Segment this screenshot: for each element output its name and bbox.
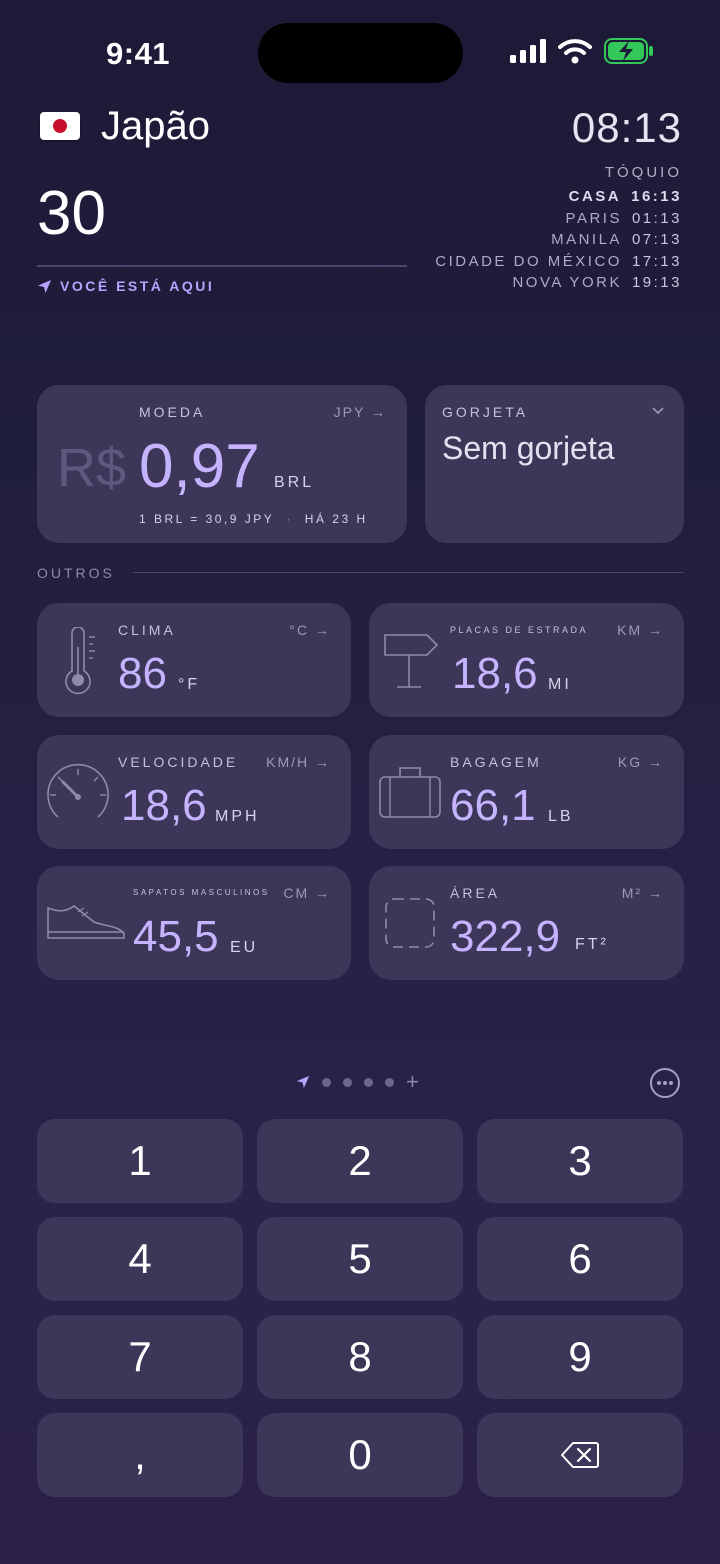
road-signs-source-unit[interactable]: KM → [617,622,664,638]
key-9[interactable]: 9 [477,1315,683,1399]
arrow-right-icon: → [648,885,664,901]
shoes-card[interactable]: SAPATOS MASCULINOS CM → 45,5 EU [37,866,351,980]
speed-title: VELOCIDADE [118,754,239,770]
speed-unit: MPH [215,808,260,825]
wifi-icon [558,39,592,64]
weather-unit: °F [178,676,201,693]
arrow-right-icon: → [648,622,664,638]
suitcase-icon [379,767,441,818]
arrow-right-icon: → [315,622,331,638]
key-4[interactable]: 4 [37,1217,243,1301]
area-title: ÁREA [450,885,501,901]
clock-row-home: CASA 16:13 [568,188,682,205]
input-amount: 30 [37,179,106,248]
shoes-value: 45,5 [133,912,219,961]
japan-flag-icon [40,112,80,140]
world-clocks[interactable]: CASA 16:13 PARIS 01:13 MANILA 07:13 CIDADE … [435,186,682,294]
tip-card[interactable]: GORJETA Sem gorjeta [425,385,684,543]
page-dot[interactable] [364,1077,373,1087]
luggage-value: 66,1 [450,781,536,830]
chevron-down-icon [652,407,664,415]
weather-card[interactable]: CLIMA °C → 86 °F [37,603,351,717]
arrow-right-icon: → [315,754,331,770]
clock-row-new-york: NOVA YORK 19:13 [512,274,682,291]
key-comma[interactable]: , [37,1413,243,1497]
weather-title: CLIMA [118,622,176,638]
key-8[interactable]: 8 [257,1315,463,1399]
speed-value: 18,6 [121,781,207,830]
shoe-icon [47,904,125,939]
shoes-unit: EU [230,939,259,956]
area-source-unit[interactable]: M² → [622,885,664,901]
signal-icon [510,39,546,63]
weather-value: 86 [118,649,167,698]
area-card[interactable]: ÁREA M² → 322,9 FT² [369,866,684,980]
currency-card[interactable]: MOEDA JPY → R$ 0,97 BRL 1 BRL = 30,9 JPY… [37,385,407,543]
shoes-source-unit[interactable]: CM → [283,885,331,901]
page-dot[interactable] [322,1077,331,1087]
area-unit: FT² [575,936,609,953]
key-1[interactable]: 1 [37,1119,243,1203]
arrow-right-icon: → [371,404,387,420]
backspace-button[interactable] [477,1413,683,1497]
key-0[interactable]: 0 [257,1413,463,1497]
shoes-title: SAPATOS MASCULINOS [133,888,270,897]
currency-title: MOEDA [139,404,206,420]
backspace-icon [561,1442,599,1468]
thermometer-icon [65,627,95,695]
page-dot[interactable] [385,1077,394,1087]
tip-title: GORJETA [442,404,529,420]
speedometer-icon [47,763,109,818]
location-indicator: VOCÊ ESTÁ AQUI [37,278,214,294]
currency-unit: BRL [274,474,315,491]
local-time: 08:13 [571,104,682,151]
add-page-button[interactable]: + [406,1071,419,1093]
section-divider [133,572,684,573]
status-icons [510,38,654,64]
key-6[interactable]: 6 [477,1217,683,1301]
luggage-unit: LB [548,808,574,825]
page-indicator[interactable]: + [296,1071,419,1093]
speed-card[interactable]: VELOCIDADE KM/H → 18,6 MPH [37,735,351,849]
signpost-icon [384,634,439,688]
dynamic-island [258,23,463,83]
area-icon [385,898,435,948]
status-time: 9:41 [106,36,171,71]
clock-row-manila: MANILA 07:13 [551,231,682,248]
road-signs-title: PLACAS DE ESTRADA [450,625,589,635]
location-arrow-icon [37,279,52,293]
key-7[interactable]: 7 [37,1315,243,1399]
page-dot[interactable] [343,1077,352,1087]
amount-underline [37,265,407,267]
road-signs-card[interactable]: PLACAS DE ESTRADA KM → 18,6 MI [369,603,684,717]
currency-source-unit[interactable]: JPY → [334,404,387,420]
country-name[interactable]: Japão [101,104,210,149]
more-options-icon[interactable] [649,1067,681,1099]
local-city: TÓQUIO [604,164,682,181]
road-signs-unit: MI [548,676,572,693]
key-3[interactable]: 3 [477,1119,683,1203]
luggage-title: BAGAGEM [450,754,542,770]
arrow-right-icon: → [315,885,331,901]
arrow-right-icon: → [648,754,664,770]
luggage-card[interactable]: BAGAGEM KG → 66,1 LB [369,735,684,849]
road-signs-value: 18,6 [452,649,538,698]
battery-charging-icon [604,38,653,64]
currency-symbol: R$ [57,438,127,498]
currency-rate-line: 1 BRL = 30,9 JPY · HÁ 23 H [139,512,368,526]
tip-value: Sem gorjeta [442,430,615,466]
clock-row-mexico-city: CIDADE DO MÉXICO 17:13 [435,252,682,270]
location-label: VOCÊ ESTÁ AQUI [60,278,215,294]
section-others-label: OUTROS [37,565,115,581]
key-5[interactable]: 5 [257,1217,463,1301]
speed-source-unit[interactable]: KM/H → [266,754,331,770]
currency-value: 0,97 [139,432,260,501]
area-value: 322,9 [450,912,561,961]
luggage-source-unit[interactable]: KG → [618,754,664,770]
clock-row-paris: PARIS 01:13 [565,209,682,227]
location-arrow-icon[interactable] [296,1075,310,1089]
weather-source-unit[interactable]: °C → [289,622,331,638]
key-2[interactable]: 2 [257,1119,463,1203]
